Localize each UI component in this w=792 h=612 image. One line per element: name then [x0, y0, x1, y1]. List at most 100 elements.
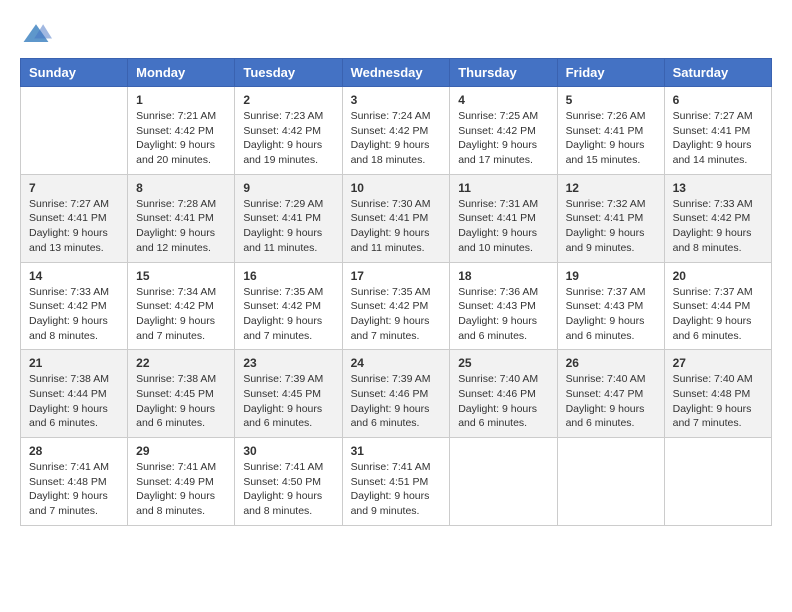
day-info: Sunrise: 7:34 AM Sunset: 4:42 PM Dayligh… [136, 285, 226, 344]
calendar-day-cell: 23 Sunrise: 7:39 AM Sunset: 4:45 PM Dayli… [235, 350, 342, 438]
day-number: 17 [351, 269, 442, 283]
day-number: 16 [243, 269, 333, 283]
calendar-day-cell: 11Sunrise: 7:31 AM Sunset: 4:41 PM Dayli… [450, 174, 557, 262]
calendar-day-cell: 20Sunrise: 7:37 AM Sunset: 4:44 PM Dayli… [664, 262, 771, 350]
calendar-day-cell: 4 Sunrise: 7:25 AM Sunset: 4:42 PM Daylig… [450, 87, 557, 175]
day-info: Sunrise: 7:29 AM Sunset: 4:41 PM Dayligh… [243, 197, 333, 256]
weekday-header: Sunday [21, 59, 128, 87]
calendar-week-row: 21Sunrise: 7:38 AM Sunset: 4:44 PM Dayli… [21, 350, 772, 438]
calendar-body: 1 Sunrise: 7:21 AM Sunset: 4:42 PM Daylig… [21, 87, 772, 526]
day-info: Sunrise: 7:32 AM Sunset: 4:41 PM Dayligh… [566, 197, 656, 256]
day-info: Sunrise: 7:40 AM Sunset: 4:47 PM Dayligh… [566, 372, 656, 431]
day-number: 21 [29, 356, 119, 370]
calendar-day-cell: 15 Sunrise: 7:34 AM Sunset: 4:42 PM Dayli… [128, 262, 235, 350]
day-number: 19 [566, 269, 656, 283]
calendar-day-cell: 31 Sunrise: 7:41 AM Sunset: 4:51 PM Dayli… [342, 438, 450, 526]
calendar-day-cell: 21Sunrise: 7:38 AM Sunset: 4:44 PM Dayli… [21, 350, 128, 438]
calendar-day-cell: 6 Sunrise: 7:27 AM Sunset: 4:41 PM Daylig… [664, 87, 771, 175]
day-number: 15 [136, 269, 226, 283]
day-number: 12 [566, 181, 656, 195]
day-number: 3 [351, 93, 442, 107]
header [20, 20, 772, 48]
day-info: Sunrise: 7:21 AM Sunset: 4:42 PM Dayligh… [136, 109, 226, 168]
calendar-day-cell: 18Sunrise: 7:36 AM Sunset: 4:43 PM Dayli… [450, 262, 557, 350]
weekday-header: Tuesday [235, 59, 342, 87]
day-info: Sunrise: 7:37 AM Sunset: 4:44 PM Dayligh… [673, 285, 763, 344]
day-info: Sunrise: 7:40 AM Sunset: 4:48 PM Dayligh… [673, 372, 763, 431]
calendar-day-cell: 2 Sunrise: 7:23 AM Sunset: 4:42 PM Daylig… [235, 87, 342, 175]
day-number: 28 [29, 444, 119, 458]
day-number: 31 [351, 444, 442, 458]
day-info: Sunrise: 7:40 AM Sunset: 4:46 PM Dayligh… [458, 372, 548, 431]
weekday-header: Friday [557, 59, 664, 87]
calendar-day-cell [664, 438, 771, 526]
calendar-day-cell: 14 Sunrise: 7:33 AM Sunset: 4:42 PM Dayli… [21, 262, 128, 350]
day-number: 27 [673, 356, 763, 370]
day-number: 1 [136, 93, 226, 107]
day-info: Sunrise: 7:27 AM Sunset: 4:41 PM Dayligh… [673, 109, 763, 168]
day-info: Sunrise: 7:41 AM Sunset: 4:50 PM Dayligh… [243, 460, 333, 519]
day-number: 14 [29, 269, 119, 283]
calendar-day-cell: 8Sunrise: 7:28 AM Sunset: 4:41 PM Daylig… [128, 174, 235, 262]
calendar-day-cell: 22 Sunrise: 7:38 AM Sunset: 4:45 PM Dayli… [128, 350, 235, 438]
calendar-day-cell: 29Sunrise: 7:41 AM Sunset: 4:49 PM Dayli… [128, 438, 235, 526]
calendar-day-cell: 27 Sunrise: 7:40 AM Sunset: 4:48 PM Dayli… [664, 350, 771, 438]
day-number: 2 [243, 93, 333, 107]
day-info: Sunrise: 7:33 AM Sunset: 4:42 PM Dayligh… [29, 285, 119, 344]
day-number: 22 [136, 356, 226, 370]
day-info: Sunrise: 7:23 AM Sunset: 4:42 PM Dayligh… [243, 109, 333, 168]
day-number: 5 [566, 93, 656, 107]
calendar-day-cell: 24 Sunrise: 7:39 AM Sunset: 4:46 PM Dayli… [342, 350, 450, 438]
calendar-day-cell: 17 Sunrise: 7:35 AM Sunset: 4:42 PM Dayli… [342, 262, 450, 350]
day-number: 9 [243, 181, 333, 195]
weekday-header: Monday [128, 59, 235, 87]
calendar-day-cell: 25Sunrise: 7:40 AM Sunset: 4:46 PM Dayli… [450, 350, 557, 438]
day-number: 11 [458, 181, 548, 195]
day-info: Sunrise: 7:38 AM Sunset: 4:45 PM Dayligh… [136, 372, 226, 431]
calendar-day-cell [21, 87, 128, 175]
weekday-header: Saturday [664, 59, 771, 87]
calendar-day-cell: 5 Sunrise: 7:26 AM Sunset: 4:41 PM Daylig… [557, 87, 664, 175]
day-info: Sunrise: 7:27 AM Sunset: 4:41 PM Dayligh… [29, 197, 119, 256]
calendar-day-cell: 1 Sunrise: 7:21 AM Sunset: 4:42 PM Daylig… [128, 87, 235, 175]
weekday-header: Thursday [450, 59, 557, 87]
calendar-day-cell [450, 438, 557, 526]
calendar-day-cell: 16 Sunrise: 7:35 AM Sunset: 4:42 PM Dayli… [235, 262, 342, 350]
day-info: Sunrise: 7:26 AM Sunset: 4:41 PM Dayligh… [566, 109, 656, 168]
day-info: Sunrise: 7:24 AM Sunset: 4:42 PM Dayligh… [351, 109, 442, 168]
calendar-header: SundayMondayTuesdayWednesdayThursdayFrid… [21, 59, 772, 87]
calendar-week-row: 1 Sunrise: 7:21 AM Sunset: 4:42 PM Daylig… [21, 87, 772, 175]
calendar-day-cell: 30 Sunrise: 7:41 AM Sunset: 4:50 PM Dayli… [235, 438, 342, 526]
day-number: 10 [351, 181, 442, 195]
calendar-day-cell: 9 Sunrise: 7:29 AM Sunset: 4:41 PM Daylig… [235, 174, 342, 262]
day-number: 26 [566, 356, 656, 370]
calendar-day-cell: 3 Sunrise: 7:24 AM Sunset: 4:42 PM Daylig… [342, 87, 450, 175]
day-info: Sunrise: 7:37 AM Sunset: 4:43 PM Dayligh… [566, 285, 656, 344]
calendar-day-cell: 13Sunrise: 7:33 AM Sunset: 4:42 PM Dayli… [664, 174, 771, 262]
logo-icon [20, 20, 52, 48]
day-number: 6 [673, 93, 763, 107]
weekday-row: SundayMondayTuesdayWednesdayThursdayFrid… [21, 59, 772, 87]
calendar-day-cell: 19 Sunrise: 7:37 AM Sunset: 4:43 PM Dayli… [557, 262, 664, 350]
day-info: Sunrise: 7:41 AM Sunset: 4:49 PM Dayligh… [136, 460, 226, 519]
calendar-day-cell [557, 438, 664, 526]
calendar-day-cell: 10 Sunrise: 7:30 AM Sunset: 4:41 PM Dayli… [342, 174, 450, 262]
day-info: Sunrise: 7:25 AM Sunset: 4:42 PM Dayligh… [458, 109, 548, 168]
day-info: Sunrise: 7:30 AM Sunset: 4:41 PM Dayligh… [351, 197, 442, 256]
calendar-day-cell: 28Sunrise: 7:41 AM Sunset: 4:48 PM Dayli… [21, 438, 128, 526]
calendar-day-cell: 12 Sunrise: 7:32 AM Sunset: 4:41 PM Dayli… [557, 174, 664, 262]
day-info: Sunrise: 7:39 AM Sunset: 4:45 PM Dayligh… [243, 372, 333, 431]
calendar-day-cell: 7Sunrise: 7:27 AM Sunset: 4:41 PM Daylig… [21, 174, 128, 262]
day-number: 30 [243, 444, 333, 458]
day-number: 13 [673, 181, 763, 195]
day-number: 23 [243, 356, 333, 370]
day-number: 4 [458, 93, 548, 107]
day-number: 24 [351, 356, 442, 370]
calendar-week-row: 14 Sunrise: 7:33 AM Sunset: 4:42 PM Dayli… [21, 262, 772, 350]
day-number: 8 [136, 181, 226, 195]
day-info: Sunrise: 7:35 AM Sunset: 4:42 PM Dayligh… [351, 285, 442, 344]
day-info: Sunrise: 7:41 AM Sunset: 4:51 PM Dayligh… [351, 460, 442, 519]
calendar-week-row: 28Sunrise: 7:41 AM Sunset: 4:48 PM Dayli… [21, 438, 772, 526]
day-info: Sunrise: 7:35 AM Sunset: 4:42 PM Dayligh… [243, 285, 333, 344]
day-info: Sunrise: 7:39 AM Sunset: 4:46 PM Dayligh… [351, 372, 442, 431]
